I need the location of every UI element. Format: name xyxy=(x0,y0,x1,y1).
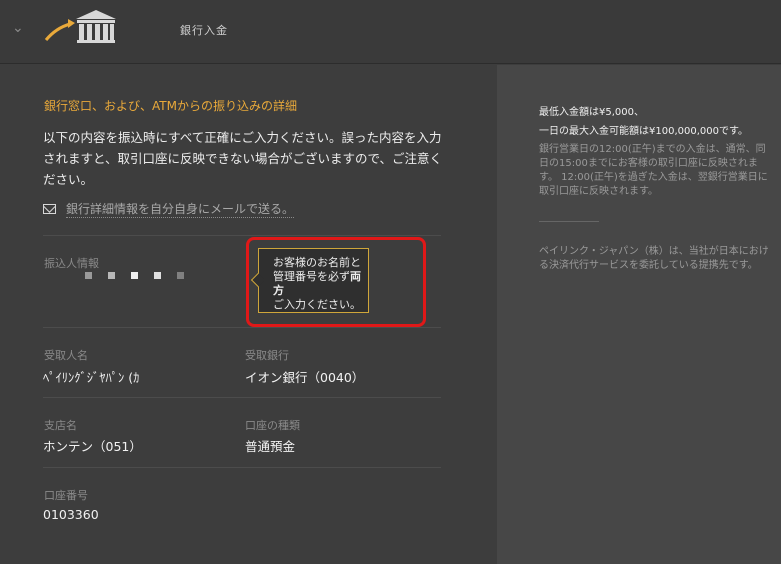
bank-label: 受取銀行 xyxy=(245,349,289,362)
tooltip-text: 管理番号を必ず xyxy=(273,270,350,283)
divider xyxy=(539,221,599,222)
bank-icon xyxy=(44,10,116,43)
header-bar: ⌄ 銀行入金 xyxy=(0,0,781,64)
account-type-value: 普通預金 xyxy=(245,439,296,454)
mask-dot xyxy=(85,272,92,279)
divider xyxy=(43,327,441,328)
email-details-link[interactable]: 銀行詳細情報を自分自身にメールで送る。 xyxy=(43,200,295,218)
divider xyxy=(43,397,441,398)
email-link-label: 銀行詳細情報を自分自身にメールで送る。 xyxy=(66,202,295,218)
bank-value: イオン銀行（0040） xyxy=(245,370,365,385)
min-deposit-text: 最低入金額は¥5,000、 xyxy=(539,107,644,118)
bank-details-panel: 銀行窓口、および、ATMからの振り込みの詳細 以下の内容を振込時にすべて正確にご… xyxy=(0,65,497,564)
max-deposit-text: 一日の最大入金可能額は¥100,000,000です。 xyxy=(539,126,748,137)
divider xyxy=(43,235,441,236)
divider xyxy=(43,467,441,468)
recipient-value: ﾍﾟｲﾘﾝｸﾞｼﾞﾔﾊﾟﾝ (ｶ xyxy=(43,370,140,385)
remitter-tooltip: お客様のお名前と 管理番号を必ず両方 ご入力ください。 xyxy=(250,248,369,313)
mask-dot xyxy=(177,272,184,279)
timing-text: 銀行営業日の12:00(正午)までの入金は、通常、同日の15:00までにお客様の… xyxy=(539,144,768,197)
tooltip-line: 管理番号を必ず両方 xyxy=(273,270,368,298)
mail-icon xyxy=(43,204,56,214)
mask-dot xyxy=(108,272,115,279)
remitter-label: 振込人情報 xyxy=(44,257,99,270)
mask-dot xyxy=(131,272,138,279)
branch-label: 支店名 xyxy=(44,419,77,432)
notice-text: ペイリンク・ジャパン（株）は、当社が日本における決済代行サービスを委託している提… xyxy=(539,246,769,271)
branch-value: ホンテン（051） xyxy=(43,439,142,454)
account-number-label: 口座番号 xyxy=(44,489,88,502)
info-side-panel: 最低入金額は¥5,000、 一日の最大入金可能額は¥100,000,000です。… xyxy=(497,65,781,564)
remitter-value-masked xyxy=(85,272,184,279)
recipient-label: 受取人名 xyxy=(44,349,88,362)
tooltip-line: お客様のお名前と xyxy=(273,256,361,269)
account-number-value: 0103360 xyxy=(43,507,99,522)
tooltip-line: ご入力ください。 xyxy=(273,298,361,311)
page-title: 銀行入金 xyxy=(180,24,228,37)
intro-text: 以下の内容を振込時にすべて正確にご入力ください。誤った内容を入力されますと、取引… xyxy=(43,130,443,187)
deposit-limits: 最低入金額は¥5,000、 一日の最大入金可能額は¥100,000,000です。 xyxy=(539,103,771,141)
account-type-label: 口座の種類 xyxy=(245,419,300,432)
mask-dot xyxy=(154,272,161,279)
chevron-down-icon[interactable]: ⌄ xyxy=(12,20,24,36)
section-title: 銀行窓口、および、ATMからの振り込みの詳細 xyxy=(44,99,297,113)
